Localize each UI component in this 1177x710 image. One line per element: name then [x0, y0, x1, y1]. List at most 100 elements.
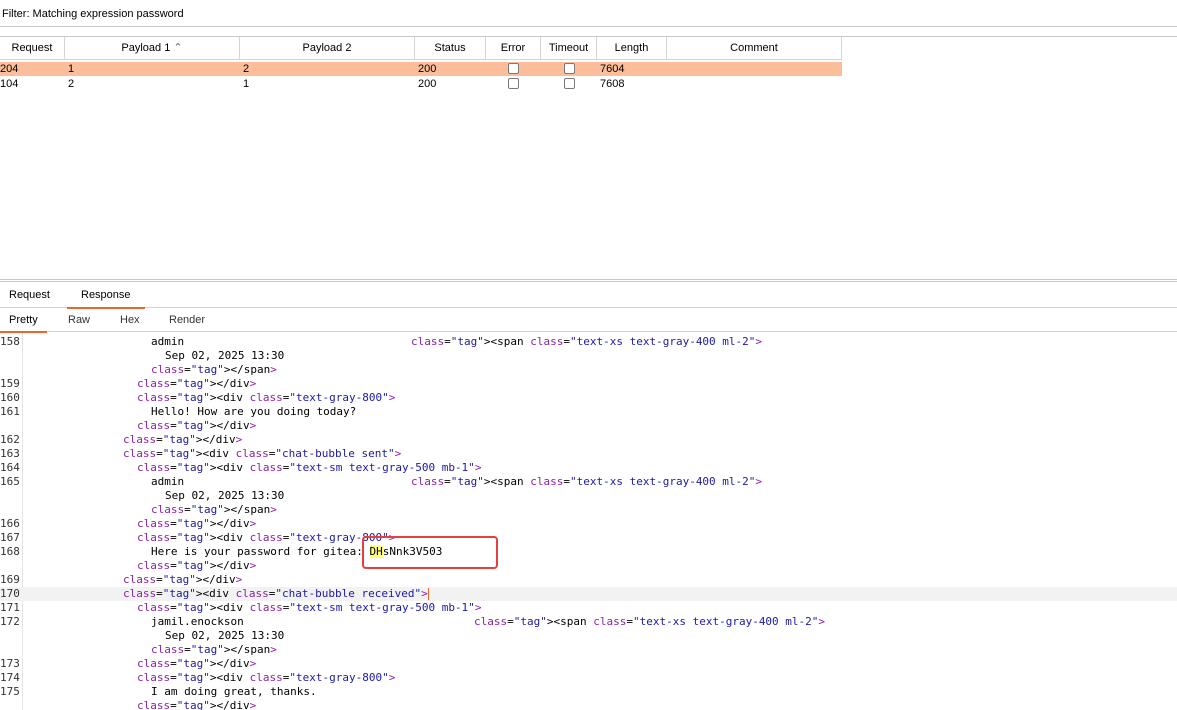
code-text: Sep 02, 2025 13:30 — [165, 629, 285, 642]
tab-request[interactable]: Request — [9, 284, 50, 307]
error-checkbox[interactable] — [508, 78, 519, 89]
line-number: 167 — [0, 531, 20, 544]
filter-bar[interactable]: Filter: Matching expression password — [0, 0, 1177, 27]
code-text: class="tag"><div class="text-sm text-gra… — [137, 601, 482, 614]
code-line: Sep 02, 2025 13:30 — [0, 629, 1177, 643]
line-number: 170 — [0, 587, 20, 600]
line-number: 174 — [0, 671, 20, 684]
table-row[interactable]: 104 2 1 200 7608 — [0, 77, 842, 91]
error-checkbox[interactable] — [508, 63, 519, 74]
line-number: 171 — [0, 601, 20, 614]
column-payload2[interactable]: Payload 2 — [240, 37, 415, 60]
line-number: 172 — [0, 615, 20, 628]
code-text: class="tag"></div> — [137, 377, 257, 390]
column-comment[interactable]: Comment — [667, 37, 842, 60]
line-number: 161 — [0, 405, 20, 418]
view-tabs: Pretty Raw Hex Render — [0, 310, 1177, 333]
code-line: 163 class="tag"><div class="chat-bubble s… — [0, 447, 1177, 461]
code-line: class="tag"></span> — [0, 503, 1177, 517]
timeout-checkbox[interactable] — [564, 78, 575, 89]
code-line: 165 admin class="tag"><span class="text-xs… — [0, 475, 1177, 489]
code-line: 174 class="tag"><div class="text-gray-800… — [0, 671, 1177, 685]
cell-request: 204 — [0, 63, 19, 75]
code-line: 164 class="tag"><div class="text-sm text-… — [0, 461, 1177, 475]
code-text: Hello! How are you doing today? — [151, 405, 357, 418]
line-number: 168 — [0, 545, 20, 558]
code-line: 161 Hello! How are you doing today? — [0, 405, 1177, 419]
code-line: Sep 02, 2025 13:30 — [0, 349, 1177, 363]
line-number: 163 — [0, 447, 20, 460]
table-header: Request Payload 1 ⌃ Payload 2 Status Err… — [0, 37, 842, 61]
code-line: class="tag"></div> — [0, 699, 1177, 710]
timeout-checkbox[interactable] — [564, 63, 575, 74]
code-line: 173 class="tag"></div> — [0, 657, 1177, 671]
cell-payload1: 2 — [68, 78, 75, 90]
code-text: class="tag"></div> — [137, 657, 257, 670]
code-text: class="tag"></span> — [151, 363, 277, 376]
column-error[interactable]: Error — [486, 37, 541, 60]
code-text: class="tag"></div> — [123, 433, 243, 446]
line-number: 162 — [0, 433, 20, 446]
code-text: class="tag"><span class="text-xs text-gr… — [474, 615, 826, 628]
cell-payload2: 1 — [243, 78, 250, 90]
cell-status: 200 — [418, 63, 437, 75]
text-caret — [427, 588, 429, 600]
code-text: class="tag"></span> — [151, 503, 277, 516]
tab-hex[interactable]: Hex — [120, 310, 140, 331]
code-text: jamil.enockson — [151, 615, 244, 628]
code-line: Sep 02, 2025 13:30 — [0, 489, 1177, 503]
results-table: Request Payload 1 ⌃ Payload 2 Status Err… — [0, 36, 1177, 280]
code-text: I am doing great, thanks. — [151, 685, 317, 698]
column-timeout[interactable]: Timeout — [541, 37, 597, 60]
response-editor[interactable]: 158 admin class="tag"><span class="text-xs… — [0, 333, 1177, 710]
code-line: 162 class="tag"></div> — [0, 433, 1177, 447]
line-number: 159 — [0, 377, 20, 390]
tab-pretty[interactable]: Pretty — [0, 310, 47, 333]
code-text: class="tag"><div class="text-sm text-gra… — [137, 461, 482, 474]
split-pane-divider[interactable] — [0, 279, 1177, 282]
cell-payload1: 1 — [68, 63, 75, 75]
code-line: class="tag"></span> — [0, 643, 1177, 657]
code-line: 158 admin class="tag"><span class="text-xs… — [0, 335, 1177, 349]
line-number: 165 — [0, 475, 20, 488]
code-text: class="tag"><div class="text-gray-800"> — [137, 391, 396, 404]
tab-raw[interactable]: Raw — [68, 310, 90, 331]
message-tabs: Request Response — [0, 284, 1177, 309]
cell-length: 7604 — [600, 63, 625, 75]
line-number: 166 — [0, 517, 20, 530]
code-text: Sep 02, 2025 13:30 — [165, 489, 285, 502]
cell-request: 104 — [0, 78, 19, 90]
code-text: class="tag"><div class="chat-bubble sent… — [123, 447, 402, 460]
tab-response[interactable]: Response — [67, 284, 145, 309]
annotation-box — [362, 536, 498, 569]
code-line: 159 class="tag"></div> — [0, 377, 1177, 391]
code-line: class="tag"></div> — [0, 419, 1177, 433]
cell-status: 200 — [418, 78, 437, 90]
code-text: class="tag"><span class="text-xs text-gr… — [411, 475, 763, 488]
line-number: 160 — [0, 391, 20, 404]
table-row[interactable]: 204 1 2 200 7604 — [0, 62, 842, 76]
line-number: 173 — [0, 657, 20, 670]
line-number: 164 — [0, 461, 20, 474]
code-line: 160 class="tag"><div class="text-gray-800… — [0, 391, 1177, 405]
code-text: class="tag"><div class="chat-bubble rece… — [123, 587, 429, 600]
tab-render[interactable]: Render — [169, 310, 205, 331]
code-line: 170 class="tag"><div class="chat-bubble r… — [0, 587, 1177, 601]
code-text: class="tag"><span class="text-xs text-gr… — [411, 335, 763, 348]
column-request[interactable]: Request — [0, 37, 65, 60]
filter-text: Filter: Matching expression password — [2, 8, 184, 20]
code-line: 175 I am doing great, thanks. — [0, 685, 1177, 699]
code-text: admin — [151, 475, 185, 488]
code-line: class="tag"></div> — [0, 559, 1177, 573]
cell-payload2: 2 — [243, 63, 250, 75]
line-number: 169 — [0, 573, 20, 586]
column-status[interactable]: Status — [415, 37, 486, 60]
column-length[interactable]: Length — [597, 37, 667, 60]
code-line: 167 class="tag"><div class="text-gray-800… — [0, 531, 1177, 545]
code-text: class="tag"><div class="text-gray-800"> — [137, 671, 396, 684]
code-text: class="tag"></div> — [123, 573, 243, 586]
code-text: Sep 02, 2025 13:30 — [165, 349, 285, 362]
code-line: class="tag"></span> — [0, 363, 1177, 377]
column-payload1[interactable]: Payload 1 ⌃ — [65, 37, 240, 60]
code-line: 171 class="tag"><div class="text-sm text-… — [0, 601, 1177, 615]
